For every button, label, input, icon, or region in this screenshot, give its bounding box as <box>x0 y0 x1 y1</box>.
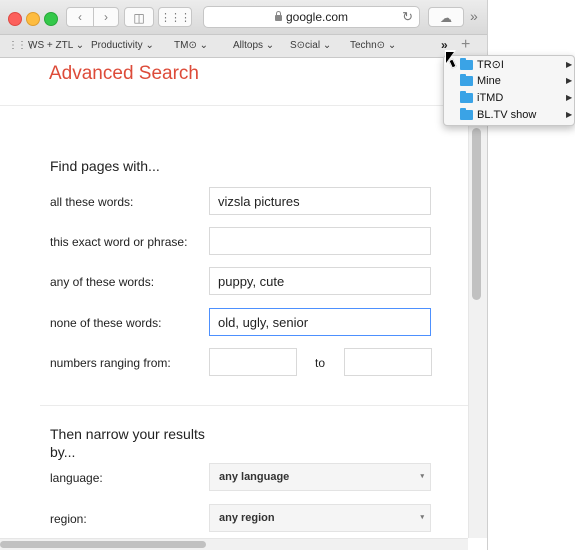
field-label: region: <box>50 512 87 526</box>
bookmark-folder[interactable]: Productivity ⌄ <box>91 40 154 51</box>
folder-icon <box>460 58 473 70</box>
advanced-search-page: Advanced Search Find pages with... all t… <box>0 58 487 550</box>
maximize-window-button[interactable] <box>44 12 58 26</box>
horizontal-scroll-thumb[interactable] <box>0 541 206 548</box>
field-label: language: <box>50 471 103 485</box>
language-select[interactable]: any language ▾ <box>209 463 431 491</box>
menu-item-mine[interactable]: Mine ▶ <box>444 73 575 89</box>
field-label: all these words: <box>50 195 134 209</box>
address-bar[interactable]: google.com ↻ <box>203 6 420 28</box>
divider <box>40 405 468 406</box>
back-button[interactable]: ‹ <box>67 8 94 26</box>
number-from-input[interactable] <box>209 348 297 376</box>
field-label: any of these words: <box>50 275 155 289</box>
menu-item-itmd[interactable]: iTMD ▶ <box>444 90 575 106</box>
folder-icon <box>460 74 473 86</box>
add-tab-icon[interactable]: + <box>461 36 470 54</box>
menu-item-label: iTMD <box>477 92 504 104</box>
submenu-arrow-icon: ▶ <box>566 93 573 102</box>
vertical-scroll-thumb[interactable] <box>472 128 481 300</box>
exact-phrase-input[interactable] <box>209 227 431 255</box>
navigation-buttons: ‹ › <box>66 7 119 27</box>
icloud-tabs-button[interactable]: ☁ <box>428 7 464 27</box>
menu-item-bltv-show[interactable]: BL.TV show ▶ <box>444 107 575 123</box>
menu-item-troi[interactable]: TR⊙I ▶ <box>444 57 575 73</box>
menu-item-label: BL.TV show <box>477 109 537 121</box>
minimize-window-button[interactable] <box>26 12 40 26</box>
lock-icon <box>274 11 282 21</box>
address-bar-content: google.com <box>204 7 419 27</box>
dropdown-arrow-icon: ▾ <box>420 514 424 521</box>
field-label: numbers ranging from: <box>50 356 171 370</box>
any-words-input[interactable] <box>209 267 431 295</box>
url-text: google.com <box>285 10 349 24</box>
submenu-arrow-icon: ▶ <box>566 76 573 85</box>
folder-icon <box>460 91 473 103</box>
folder-icon <box>460 108 473 120</box>
bookmark-folder[interactable]: TM⊙ ⌄ <box>174 40 208 51</box>
to-label: to <box>315 356 326 370</box>
field-label: none of these words: <box>50 316 162 330</box>
browser-window: ‹ › ◫ ⋮⋮⋮ google.com ↻ ☁ » ⋮⋮⋮ WS + ZTL … <box>0 0 488 550</box>
submenu-arrow-icon: ▶ <box>566 110 573 119</box>
menu-item-label: Mine <box>477 75 501 87</box>
field-label: this exact word or phrase: <box>50 235 188 249</box>
bookmarks-overflow-menu: TR⊙I ▶ Mine ▶ iTMD ▶ BL.TV show ▶ <box>443 55 575 126</box>
browser-toolbar: ‹ › ◫ ⋮⋮⋮ google.com ↻ ☁ » <box>0 0 487 35</box>
submenu-arrow-icon: ▶ <box>566 60 573 69</box>
bookmark-folder[interactable]: Alltops ⌄ <box>233 40 274 51</box>
language-select-value: any language <box>219 471 290 483</box>
region-select[interactable]: any region ▾ <box>209 504 431 532</box>
page-title: Advanced Search <box>49 63 199 84</box>
bookmarks-bar: ⋮⋮⋮ WS + ZTL ⌄ Productivity ⌄ TM⊙ ⌄ Allt… <box>0 35 487 58</box>
section-title-find: Find pages with... <box>50 158 160 174</box>
menu-item-label: TR⊙I <box>477 59 504 71</box>
top-sites-button[interactable]: ⋮⋮⋮ <box>158 7 192 27</box>
none-words-input[interactable] <box>209 308 431 336</box>
bookmark-folder[interactable]: Techn⊙ ⌄ <box>350 40 396 51</box>
dropdown-arrow-icon: ▾ <box>420 473 424 480</box>
toolbar-overflow-icon[interactable]: » <box>470 8 478 24</box>
close-window-button[interactable] <box>8 12 22 26</box>
bookmark-folder[interactable]: S⊙cial ⌄ <box>290 40 331 51</box>
reload-icon[interactable]: ↻ <box>402 7 413 27</box>
region-select-value: any region <box>219 512 275 524</box>
divider <box>0 105 468 106</box>
number-to-input[interactable] <box>344 348 432 376</box>
all-words-input[interactable] <box>209 187 431 215</box>
forward-button[interactable]: › <box>93 8 119 26</box>
sidebar-toggle-button[interactable]: ◫ <box>124 7 154 27</box>
bookmark-folder[interactable]: WS + ZTL ⌄ <box>28 40 84 51</box>
section-title-narrow: Then narrow your results by... <box>50 426 205 460</box>
